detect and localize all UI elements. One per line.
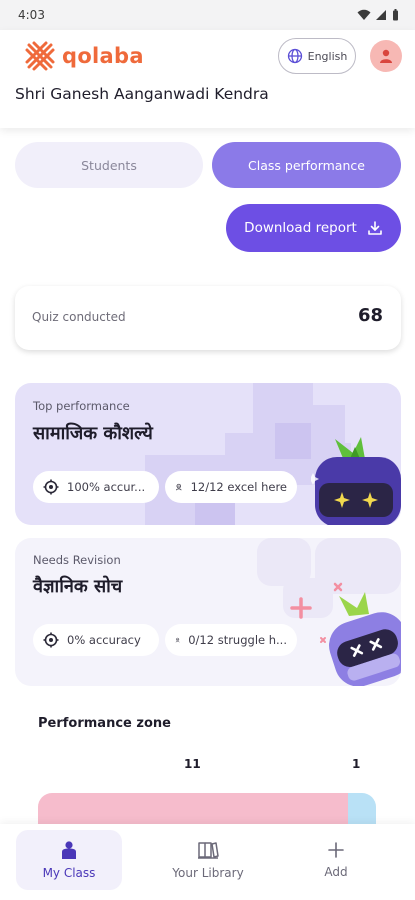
quiz-conducted-card: Quiz conducted 68 (15, 286, 401, 350)
battery-icon (393, 9, 398, 21)
nav-add-label: Add (324, 865, 348, 879)
nav-my-class-label: My Class (42, 866, 96, 880)
excel-text: 12/12 excel here (190, 480, 287, 494)
download-icon (368, 221, 382, 235)
qolaba-logo-icon (25, 41, 55, 71)
top-performance-subject: सामाजिक कौशल्ये (33, 423, 153, 444)
profile-avatar[interactable] (370, 40, 402, 72)
happy-mascot-icon (311, 437, 401, 525)
revision-accuracy-pill: 0% accuracy (33, 624, 159, 656)
brand-name: qolaba (62, 44, 144, 68)
accuracy-pill: 100% accur... (33, 471, 159, 503)
library-icon (198, 842, 219, 859)
status-time: 4:03 (18, 8, 45, 22)
student-icon (176, 483, 182, 491)
zone-count-high: 11 (184, 757, 201, 771)
top-performance-kicker: Top performance (33, 399, 130, 413)
school-name: Shri Ganesh Aanganwadi Kendra (15, 85, 269, 103)
needs-revision-card[interactable]: Needs Revision वैज्ञानिक सोच 0% accuracy… (15, 538, 401, 686)
plus-sparkle-icon (290, 597, 312, 619)
nav-your-library[interactable]: Your Library (148, 830, 268, 890)
zone-count-low: 1 (352, 757, 361, 771)
signal-icon (376, 10, 386, 20)
status-icons (357, 9, 399, 21)
tab-class-performance[interactable]: Class performance (212, 142, 401, 188)
accuracy-text: 100% accur... (67, 480, 146, 494)
user-icon (380, 49, 392, 63)
brand-logo: qolaba (24, 40, 144, 72)
app-header: qolaba English Shri Ganesh Aanganwadi Ke… (0, 30, 415, 128)
nav-add[interactable]: Add (276, 830, 396, 890)
nav-my-class[interactable]: My Class (16, 830, 122, 890)
needs-revision-subject: वैज्ञानिक सोच (33, 576, 123, 597)
struggle-pill: 0/12 struggle h... (165, 624, 297, 656)
struggle-text: 0/12 struggle h... (188, 633, 287, 647)
revision-accuracy-text: 0% accuracy (67, 633, 141, 647)
quiz-conducted-value: 68 (357, 305, 383, 326)
student-icon (175, 637, 180, 643)
download-report-button[interactable]: Download report (226, 204, 401, 252)
performance-zone-title: Performance zone (38, 716, 171, 731)
app-screen: 4:03 qolaba English Shri Ganesh Aanganwa… (0, 0, 415, 900)
my-class-icon (62, 841, 76, 859)
download-report-label: Download report (244, 220, 357, 236)
globe-icon (287, 48, 302, 64)
target-icon (43, 479, 59, 495)
needs-revision-kicker: Needs Revision (33, 553, 121, 567)
nav-your-library-label: Your Library (172, 866, 244, 880)
language-label: English (307, 49, 348, 63)
wifi-icon (357, 9, 371, 20)
add-icon (328, 842, 344, 858)
quiz-conducted-label: Quiz conducted (32, 310, 126, 324)
language-button[interactable]: English (278, 38, 356, 74)
bottom-navigation: My Class Your Library Add (0, 824, 415, 900)
sad-mascot-icon (320, 582, 401, 686)
tab-students[interactable]: Students (15, 142, 203, 188)
excel-pill: 12/12 excel here (165, 471, 297, 503)
top-performance-card[interactable]: Top performance सामाजिक कौशल्ये 100% acc… (15, 383, 401, 525)
status-bar: 4:03 (0, 0, 415, 30)
target-icon (43, 632, 59, 648)
